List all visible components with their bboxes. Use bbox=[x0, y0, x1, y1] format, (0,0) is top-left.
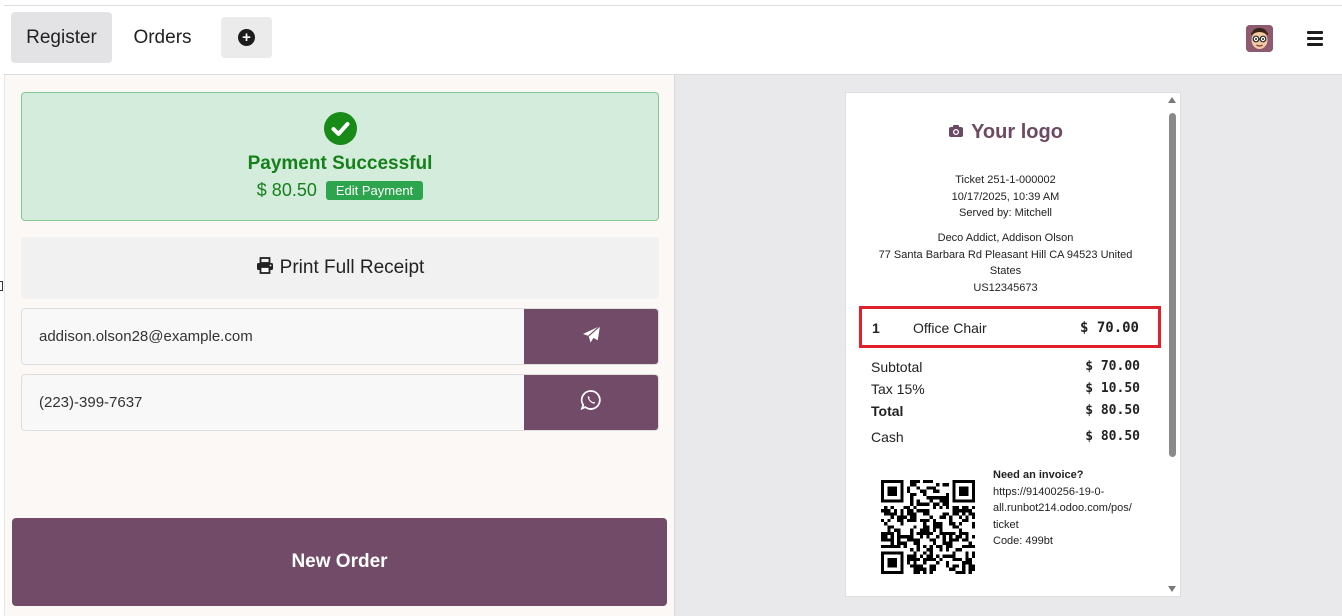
receipt-preview-panel: Your logo Ticket 251-1-000002 10/17/2025… bbox=[674, 75, 1342, 616]
receipt-invoice-info: Need an invoice? https://91400256-19-0- … bbox=[993, 467, 1143, 550]
camera-icon bbox=[948, 121, 964, 144]
invoice-code: Code: 499bt bbox=[993, 535, 1053, 547]
send-whatsapp-button[interactable] bbox=[524, 375, 658, 430]
tax-value: $ 10.50 bbox=[1085, 381, 1140, 396]
receipt-total-row: Total $ 80.50 bbox=[871, 403, 1140, 419]
whatsapp-send-row: (223)-399-7637 bbox=[21, 374, 659, 431]
payment-success-title: Payment Successful bbox=[247, 153, 433, 174]
total-value: $ 80.50 bbox=[1085, 403, 1140, 418]
receipt-scrollbar[interactable] bbox=[1165, 93, 1180, 596]
subtotal-label: Subtotal bbox=[871, 359, 923, 375]
qr-code-icon bbox=[881, 480, 975, 574]
total-label: Total bbox=[871, 403, 904, 419]
email-send-row: addison.olson28@example.com bbox=[21, 308, 659, 365]
receipt-cash-row: Cash $ 80.50 bbox=[871, 429, 1140, 445]
tax-label: Tax 15% bbox=[871, 381, 925, 397]
new-order-label: New Order bbox=[291, 551, 388, 572]
edit-payment-button[interactable]: Edit Payment bbox=[325, 181, 424, 200]
subtotal-value: $ 70.00 bbox=[1085, 359, 1140, 374]
print-full-receipt-button[interactable]: Print Full Receipt bbox=[21, 237, 659, 299]
invoice-url-line-2: all.runbot214.odoo.com/pos/ bbox=[993, 502, 1132, 514]
print-full-receipt-label: Print Full Receipt bbox=[279, 257, 425, 278]
top-navbar: Register Orders + bbox=[4, 5, 1342, 75]
invoice-url-line-3: ticket bbox=[993, 518, 1019, 531]
plus-circle-icon: + bbox=[238, 29, 255, 46]
receipt-tax-row: Tax 15% $ 10.50 bbox=[871, 381, 1140, 397]
receipt-customer-address: 77 Santa Barbara Rd Pleasant Hill CA 945… bbox=[878, 248, 1133, 278]
receipt-served-by: Served by: Mitchell bbox=[959, 207, 1052, 219]
invoice-url-line-1: https://91400256-19-0- bbox=[993, 485, 1105, 498]
paper-plane-icon bbox=[582, 324, 601, 349]
line-item-qty: 1 bbox=[872, 320, 880, 336]
receipt-logo-text: Your logo bbox=[971, 121, 1063, 143]
payment-screen-panel: Payment Successful $ 80.50 Edit Payment … bbox=[4, 75, 674, 616]
receipt-subtotal-row: Subtotal $ 70.00 bbox=[871, 359, 1140, 375]
cash-value: $ 80.50 bbox=[1085, 429, 1140, 444]
phone-field[interactable]: (223)-399-7637 bbox=[39, 375, 142, 430]
new-order-button[interactable]: New Order bbox=[12, 518, 667, 606]
line-item-product: Office Chair bbox=[913, 320, 987, 336]
payment-amount: $ 80.50 bbox=[256, 180, 317, 200]
receipt-customer-info: Deco Addict, Addison Olson 77 Santa Barb… bbox=[846, 230, 1165, 296]
line-item-price: $ 70.00 bbox=[1079, 320, 1139, 336]
receipt-customer-vat: US12345673 bbox=[973, 281, 1038, 294]
receipt-preview[interactable]: Your logo Ticket 251-1-000002 10/17/2025… bbox=[845, 92, 1181, 597]
tab-orders-label: Orders bbox=[133, 26, 192, 48]
receipt-datetime: 10/17/2025, 10:39 AM bbox=[951, 190, 1060, 203]
user-avatar-icon[interactable] bbox=[1246, 25, 1273, 52]
tab-orders[interactable]: Orders bbox=[119, 12, 206, 63]
email-field[interactable]: addison.olson28@example.com bbox=[39, 309, 253, 364]
whatsapp-icon bbox=[580, 389, 602, 416]
tab-register-label: Register bbox=[26, 26, 97, 48]
add-order-button[interactable]: + bbox=[221, 17, 272, 58]
scroll-up-arrow-icon[interactable] bbox=[1168, 97, 1176, 103]
payment-amount-row: $ 80.50 Edit Payment bbox=[22, 180, 658, 201]
hamburger-menu-icon[interactable] bbox=[1307, 31, 1323, 46]
cash-label: Cash bbox=[871, 429, 904, 445]
payment-success-banner: Payment Successful $ 80.50 Edit Payment bbox=[21, 92, 659, 221]
receipt-header-info: Ticket 251-1-000002 10/17/2025, 10:39 AM… bbox=[846, 172, 1165, 222]
invoice-heading: Need an invoice? bbox=[993, 469, 1084, 481]
printer-icon bbox=[256, 256, 274, 280]
scroll-down-arrow-icon[interactable] bbox=[1168, 586, 1176, 592]
receipt-line-item: 1 Office Chair $ 70.00 bbox=[859, 306, 1161, 348]
receipt-customer-name: Deco Addict, Addison Olson bbox=[937, 232, 1074, 244]
receipt-ticket-number: Ticket 251-1-000002 bbox=[955, 174, 1056, 186]
panel-edge-marker bbox=[0, 281, 3, 291]
check-circle-icon bbox=[324, 112, 357, 145]
receipt-logo: Your logo bbox=[846, 121, 1165, 144]
send-email-button[interactable] bbox=[524, 309, 658, 364]
scrollbar-thumb[interactable] bbox=[1169, 113, 1176, 457]
tab-register[interactable]: Register bbox=[11, 12, 112, 63]
